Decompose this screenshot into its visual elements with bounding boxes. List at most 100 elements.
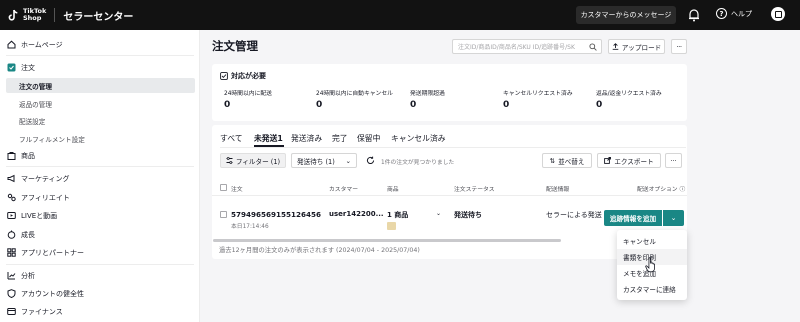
question-icon: ? (716, 8, 727, 19)
sidebar-item-label: 分析 (21, 271, 35, 280)
apps-icon (7, 248, 16, 257)
column-header-shipping-option: 配送オプション ⓘ (637, 184, 685, 193)
bag-icon (7, 152, 16, 160)
sidebar-item-label: アフィリエイト (21, 193, 70, 202)
growth-icon (7, 230, 16, 239)
sidebar-item-label: ファイナンス (21, 307, 63, 316)
affiliate-icon (7, 193, 16, 202)
action-dropdown-toggle[interactable]: ⌄ (663, 210, 684, 226)
sidebar-item-home[interactable]: ホームページ (0, 37, 200, 52)
sidebar-item-orders[interactable]: 注文 (0, 60, 200, 75)
result-count: 1件の注文が見つかりました (381, 160, 455, 166)
stat-auto-cancel-24h[interactable]: 24時間以内に自動キャンセル 0 (316, 88, 393, 110)
stat-value: 0 (316, 100, 323, 110)
refresh-icon[interactable] (366, 156, 375, 165)
sidebar-item-label: 商品 (21, 151, 35, 160)
sidebar-item-growth[interactable]: 成長 (0, 227, 200, 242)
tab-completed[interactable]: 完了 (332, 133, 348, 144)
export-icon (604, 157, 612, 164)
megaphone-icon (7, 174, 15, 183)
sidebar-divider (6, 264, 194, 265)
shipping-info: セラーによる発送 (546, 211, 602, 219)
search-icon[interactable] (589, 43, 597, 51)
filter-button[interactable]: フィルター (1) (220, 153, 286, 168)
tab-cancelled[interactable]: キャンセル済み (391, 133, 446, 144)
product-thumbnail (387, 222, 396, 230)
sidebar-item-marketing[interactable]: マーケティング (0, 171, 200, 186)
column-header-status: 注文ステータス (454, 187, 495, 193)
horizontal-scrollbar[interactable] (213, 239, 561, 242)
order-search-input[interactable]: 注文ID/商品ID/商品名/SKU ID/追跡番号/SK (452, 39, 602, 54)
chevron-down-icon[interactable]: ⌄ (436, 210, 441, 217)
table-header-divider (212, 195, 687, 196)
sidebar-item-shipping-settings[interactable]: 配送設定 (0, 113, 200, 128)
help-label: ヘルプ (731, 9, 752, 18)
sidebar-item-label: ホームページ (21, 40, 63, 49)
tab-all[interactable]: すべて (220, 133, 243, 144)
sidebar-item-analytics[interactable]: 分析 (0, 268, 200, 283)
stat-ship-24h[interactable]: 24時間以内に配送 0 (224, 88, 272, 110)
sidebar-item-account-health[interactable]: アカウントの健全性 (0, 286, 200, 301)
export-button[interactable]: エクスポート (597, 153, 661, 168)
stat-value: 0 (596, 100, 603, 110)
top-bar: TikTok Shop セラーセンター カスタマーからのメッセージ ? ヘルプ (0, 0, 800, 30)
sidebar-item-fulfillment-settings[interactable]: フルフィルメント設定 (0, 131, 200, 146)
sidebar-item-apps-partners[interactable]: アプリとパートナー (0, 245, 200, 260)
account-avatar[interactable] (771, 7, 785, 21)
menu-item-contact-customer[interactable]: カスタマーに連絡 (617, 281, 687, 297)
upload-button[interactable]: アップロード (608, 39, 665, 54)
stat-label: 24時間以内に自動キャンセル (316, 91, 393, 97)
stat-label: 24時間以内に配送 (224, 91, 272, 97)
sidebar-item-products[interactable]: 商品 (0, 148, 200, 163)
column-header-order: 注文 (231, 187, 243, 193)
tab-on-hold[interactable]: 保留中 (357, 133, 380, 144)
customer-messages-button[interactable]: カスタマーからのメッセージ (576, 6, 676, 24)
info-icon: ⓘ (679, 187, 686, 193)
stat-label: キャンセルリクエスト済み (503, 91, 573, 97)
add-tracking-button[interactable]: 追跡情報を追加 (604, 210, 662, 226)
more-actions-button[interactable]: ··· (665, 153, 682, 168)
help-button[interactable]: ? ヘルプ (716, 8, 752, 19)
tiktok-shop-logo[interactable]: TikTok Shop (7, 8, 46, 22)
status-select-value: 発送待ち (1) (297, 157, 335, 166)
date-range-note: 過去12ヶ月間の注文のみが表示されます (2024/07/04 - 2025/0… (219, 247, 420, 254)
order-id-link[interactable]: 579496569155126456 (231, 210, 321, 219)
sidebar-item-label: 成長 (21, 230, 35, 239)
stat-value: 0 (224, 100, 231, 110)
customer-name[interactable]: user142200... (329, 210, 384, 218)
sidebar-item-order-management[interactable]: 注文の管理 (6, 78, 195, 93)
order-time: 本日17:14:46 (231, 224, 269, 230)
stat-label: 返品/返金リクエスト済み (596, 91, 662, 97)
bell-icon[interactable] (688, 8, 700, 22)
export-label: エクスポート (614, 157, 654, 166)
tab-unshipped[interactable]: 未発送1 (254, 133, 283, 144)
menu-item-cancel[interactable]: キャンセル (617, 233, 687, 249)
sidebar-item-returns[interactable]: 返品の管理 (0, 96, 200, 111)
orders-icon (7, 63, 16, 72)
wallet-icon (7, 308, 16, 315)
sidebar-item-label: LIVEと動画 (21, 211, 58, 220)
stat-value: 0 (503, 100, 510, 110)
logo-divider (54, 8, 56, 22)
select-all-checkbox[interactable] (220, 184, 227, 191)
task-icon (220, 72, 228, 80)
sidebar-item-finance[interactable]: ファイナンス (0, 304, 200, 319)
sort-button[interactable]: ⇅ 並べ替え (542, 153, 592, 168)
page-title: 注文管理 (212, 39, 258, 53)
sort-label: 並べ替え (558, 157, 585, 166)
active-tab-indicator (254, 145, 284, 147)
sidebar-item-live-video[interactable]: LIVEと動画 (0, 208, 200, 223)
action-required-title: 対応が必要 (220, 71, 266, 81)
row-checkbox[interactable] (220, 211, 227, 218)
chevron-down-icon: ⌄ (345, 156, 351, 165)
tab-shipped[interactable]: 発送済み (291, 133, 322, 144)
stat-cancel-requested[interactable]: キャンセルリクエスト済み 0 (503, 88, 573, 110)
action-required-label: 対応が必要 (231, 72, 266, 80)
status-select[interactable]: 発送待ち (1) ⌄ (291, 153, 357, 168)
sidebar-item-label: マーケティング (21, 174, 70, 183)
stat-return-requested[interactable]: 返品/返金リクエスト済み 0 (596, 88, 662, 110)
sidebar-item-label: 注文 (21, 63, 35, 72)
more-options-button[interactable]: ··· (671, 39, 687, 54)
stat-overdue[interactable]: 発送期限超過 0 (410, 88, 445, 110)
sidebar-item-affiliate[interactable]: アフィリエイト (0, 190, 200, 205)
